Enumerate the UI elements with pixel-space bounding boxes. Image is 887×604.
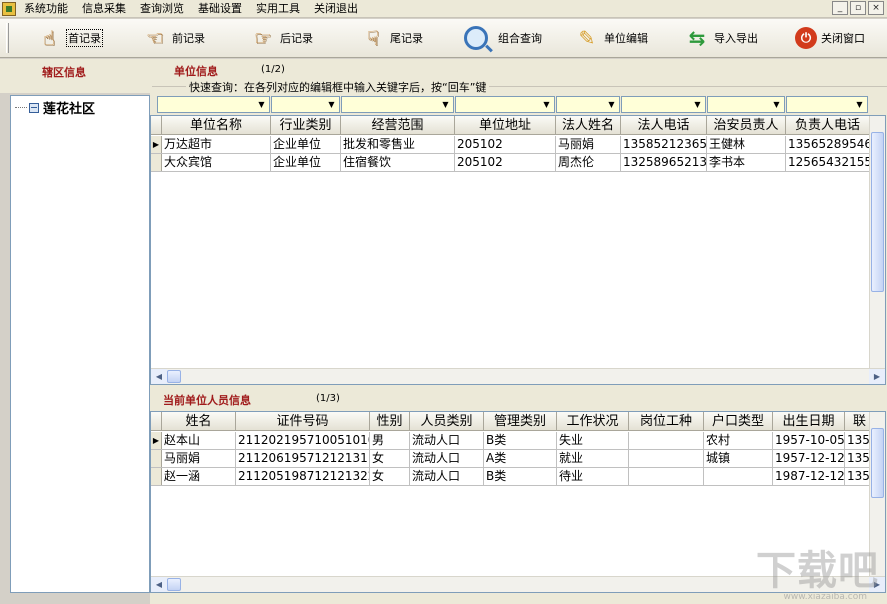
table-row[interactable]: 赵一涵 211205198712121322 女 流动人口 B类 待业 1987… bbox=[151, 468, 875, 486]
last-record-button[interactable]: ☟ 尾记录 bbox=[360, 21, 423, 55]
unit-grid-vscroll[interactable] bbox=[869, 116, 885, 368]
chevron-down-icon[interactable]: ▼ bbox=[540, 98, 553, 111]
filter-security-officer[interactable]: ▼ bbox=[707, 96, 785, 113]
table-row[interactable]: 大众宾馆 企业单位 住宿餐饮 205102 周杰伦 13258965213 李书… bbox=[151, 154, 870, 172]
first-record-button[interactable]: ☝ 首记录 bbox=[36, 21, 103, 55]
unit-col-header[interactable]: 负责人电话 bbox=[786, 116, 870, 134]
unit-grid-header: 单位名称 行业类别 经营范围 单位地址 法人姓名 法人电话 治安员责人 负责人电… bbox=[151, 116, 870, 135]
last-record-hand-icon: ☟ bbox=[366, 26, 380, 50]
restore-button[interactable]: ▫ bbox=[850, 1, 866, 15]
next-record-hand-icon: ☞ bbox=[254, 26, 272, 50]
filter-address[interactable]: ▼ bbox=[455, 96, 555, 113]
menu-system[interactable]: 系统功能 bbox=[19, 0, 77, 18]
person-info-title: 当前单位人员信息 bbox=[163, 394, 251, 407]
person-col-header[interactable]: 证件号码 bbox=[236, 412, 370, 430]
menu-exit[interactable]: 关闭退出 bbox=[309, 0, 367, 18]
app-icon bbox=[2, 1, 16, 16]
combined-query-button[interactable]: 组合查询 bbox=[464, 21, 542, 55]
toolbar-grip bbox=[6, 23, 9, 53]
menu-tools[interactable]: 实用工具 bbox=[251, 0, 309, 18]
chevron-down-icon[interactable]: ▼ bbox=[605, 98, 618, 111]
person-grid-header: 姓名 证件号码 性别 人员类别 管理类别 工作状况 岗位工种 户口类型 出生日期… bbox=[151, 412, 875, 431]
person-record-count: (1/3) bbox=[316, 393, 340, 404]
magnifier-icon bbox=[464, 26, 488, 50]
scroll-thumb[interactable] bbox=[871, 132, 884, 292]
district-tree: 莲花社区 bbox=[10, 95, 150, 593]
close-button[interactable]: × bbox=[868, 1, 884, 15]
tree-connector bbox=[15, 107, 27, 108]
filter-business-scope[interactable]: ▼ bbox=[341, 96, 454, 113]
filter-industry[interactable]: ▼ bbox=[271, 96, 340, 113]
import-export-icon: ⇆ bbox=[688, 26, 706, 50]
person-col-header[interactable]: 工作状况 bbox=[557, 412, 629, 430]
unit-col-header[interactable]: 行业类别 bbox=[271, 116, 341, 134]
chevron-down-icon[interactable]: ▼ bbox=[853, 98, 866, 111]
watermark-url: www.xiazaiba.com bbox=[783, 592, 867, 602]
scroll-right-icon[interactable]: ▶ bbox=[869, 369, 885, 384]
tree-node-icon bbox=[29, 102, 39, 113]
filter-unit-name[interactable]: ▼ bbox=[157, 96, 270, 113]
import-export-button[interactable]: ⇆ 导入导出 bbox=[684, 21, 758, 55]
table-row[interactable]: ▶ 赵本山 211202195710051010 男 流动人口 B类 失业 农村… bbox=[151, 432, 875, 450]
next-record-button[interactable]: ☞ 后记录 bbox=[250, 21, 313, 55]
chevron-down-icon[interactable]: ▼ bbox=[255, 98, 268, 111]
scroll-thumb[interactable] bbox=[167, 370, 181, 383]
filter-legal-person[interactable]: ▼ bbox=[556, 96, 620, 113]
unit-col-header[interactable]: 单位名称 bbox=[162, 116, 271, 134]
prev-record-hand-icon: ☜ bbox=[146, 26, 164, 50]
unit-col-header[interactable]: 法人姓名 bbox=[556, 116, 621, 134]
table-row[interactable]: ▶ 万达超市 企业单位 批发和零售业 205102 马丽娟 1358521236… bbox=[151, 136, 870, 154]
person-col-header[interactable]: 姓名 bbox=[162, 412, 236, 430]
scroll-thumb[interactable] bbox=[167, 578, 181, 591]
person-col-header[interactable]: 性别 bbox=[370, 412, 410, 430]
person-col-header[interactable]: 管理类别 bbox=[484, 412, 557, 430]
filter-legal-phone[interactable]: ▼ bbox=[621, 96, 706, 113]
menu-query[interactable]: 查询浏览 bbox=[135, 0, 193, 18]
unit-record-count: (1/2) bbox=[261, 64, 285, 75]
chevron-down-icon[interactable]: ▼ bbox=[691, 98, 704, 111]
person-col-header[interactable]: 岗位工种 bbox=[629, 412, 704, 430]
menu-settings[interactable]: 基础设置 bbox=[193, 0, 251, 18]
filter-manager-phone[interactable]: ▼ bbox=[786, 96, 868, 113]
unit-info-title: 单位信息 bbox=[174, 65, 218, 78]
first-record-hand-icon: ☝ bbox=[42, 26, 56, 50]
person-col-header[interactable]: 出生日期 bbox=[773, 412, 845, 430]
power-icon: ⏻ bbox=[795, 27, 817, 49]
unit-col-header[interactable]: 治安员责人 bbox=[707, 116, 786, 134]
watermark-logo: 下载吧 bbox=[756, 548, 879, 594]
person-col-header[interactable]: 户口类型 bbox=[704, 412, 773, 430]
unit-grid-hscroll[interactable]: ◀ ▶ bbox=[151, 368, 885, 384]
pen-icon: ✎ bbox=[578, 26, 596, 50]
tree-node-lianhua[interactable]: 莲花社区 bbox=[15, 98, 95, 117]
scroll-thumb[interactable] bbox=[871, 428, 884, 498]
chevron-down-icon[interactable]: ▼ bbox=[770, 98, 783, 111]
chevron-down-icon[interactable]: ▼ bbox=[439, 98, 452, 111]
person-col-header[interactable]: 人员类别 bbox=[410, 412, 484, 430]
chevron-down-icon[interactable]: ▼ bbox=[325, 98, 338, 111]
row-pointer-icon: ▶ bbox=[151, 136, 162, 153]
minimize-button[interactable]: _ bbox=[832, 1, 848, 15]
unit-col-header[interactable]: 单位地址 bbox=[455, 116, 556, 134]
prev-record-button[interactable]: ☜ 前记录 bbox=[142, 21, 205, 55]
unit-edit-button[interactable]: ✎ 单位编辑 bbox=[574, 21, 648, 55]
menu-bar: 系统功能 信息采集 查询浏览 基础设置 实用工具 关闭退出 _ ▫ × bbox=[0, 0, 887, 18]
scroll-left-icon[interactable]: ◀ bbox=[151, 577, 167, 592]
close-window-button[interactable]: ⏻ 关闭窗口 bbox=[795, 21, 865, 55]
unit-col-header[interactable]: 经营范围 bbox=[341, 116, 455, 134]
menu-collect[interactable]: 信息采集 bbox=[77, 0, 135, 18]
row-pointer-icon: ▶ bbox=[151, 432, 162, 449]
unit-grid: 单位名称 行业类别 经营范围 单位地址 法人姓名 法人电话 治安员责人 负责人电… bbox=[150, 115, 886, 385]
scroll-left-icon[interactable]: ◀ bbox=[151, 369, 167, 384]
quick-search-hint: 快速查询：在各列对应的编辑框中输入关键字后，按“回车”键 bbox=[186, 79, 490, 95]
table-row[interactable]: 马丽娟 211206195712121311 女 流动人口 A类 就业 城镇 1… bbox=[151, 450, 875, 468]
unit-col-header[interactable]: 法人电话 bbox=[621, 116, 707, 134]
toolbar: ☝ 首记录 ☜ 前记录 ☞ 后记录 ☟ 尾记录 组合查询 ✎ 单位编辑 ⇆ 导入… bbox=[0, 19, 887, 58]
district-info-title: 辖区信息 bbox=[42, 66, 86, 79]
